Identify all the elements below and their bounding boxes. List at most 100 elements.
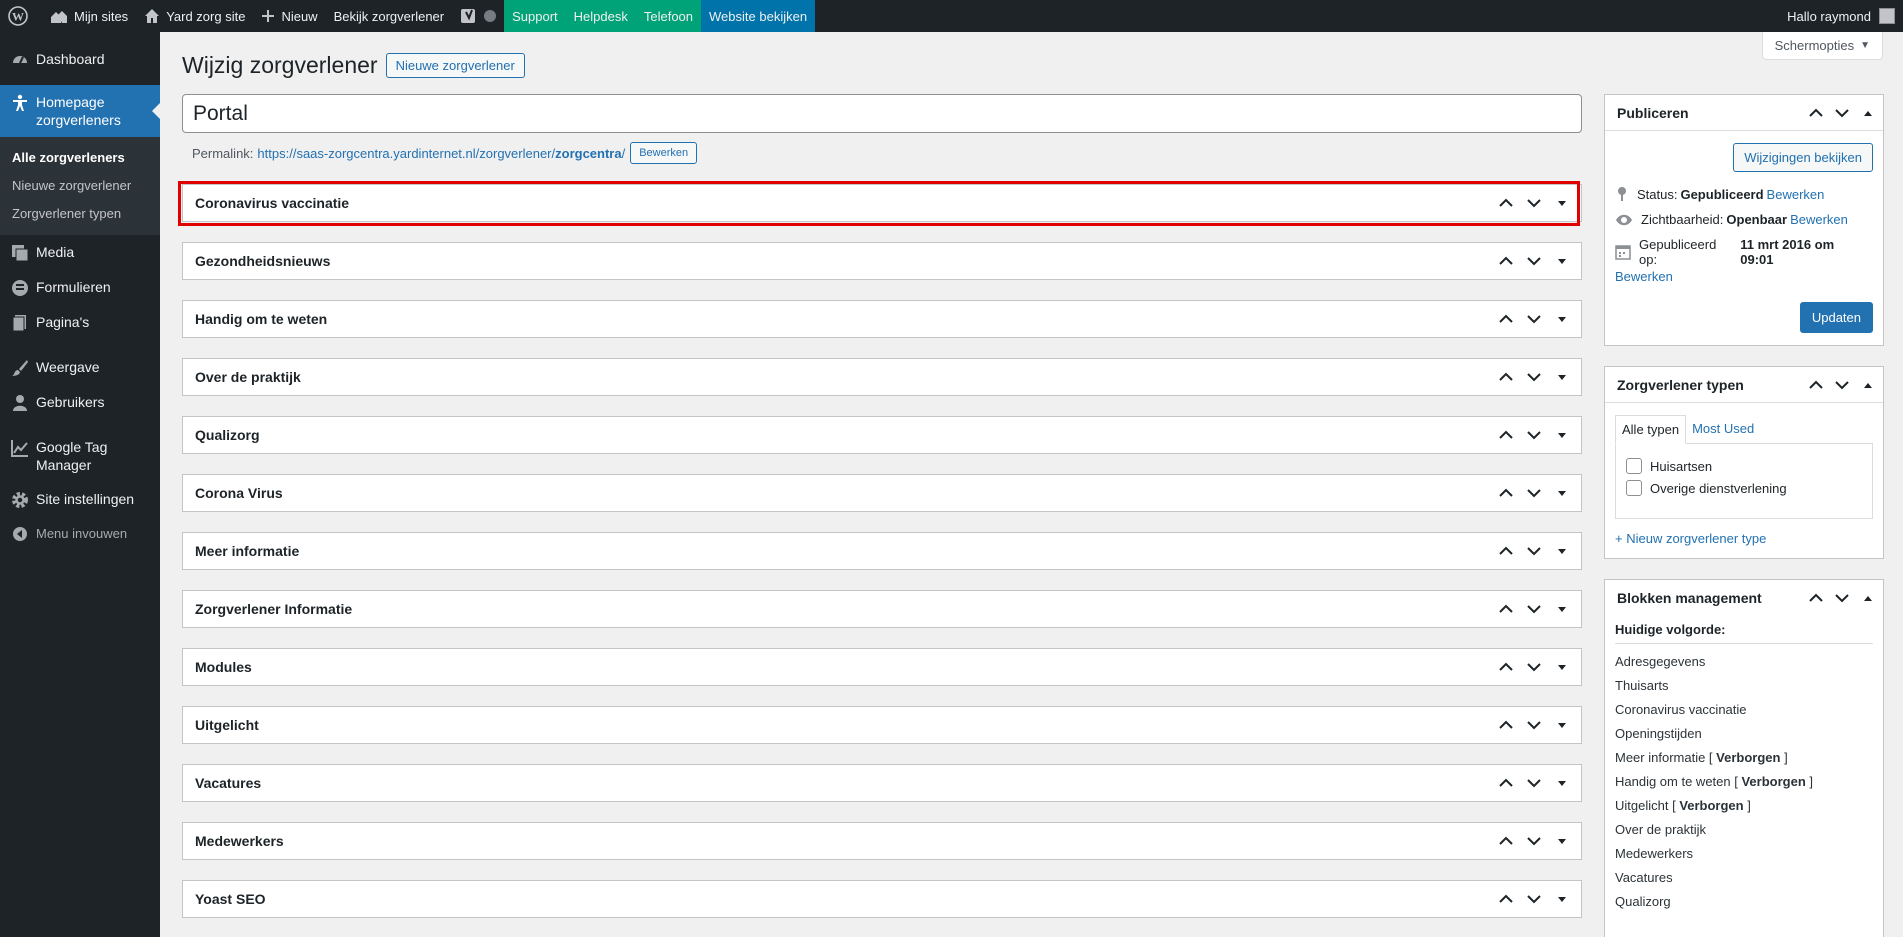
postbox[interactable]: Corona Virus <box>182 474 1582 512</box>
move-up-icon[interactable] <box>1495 366 1517 388</box>
view-post-link[interactable]: Bekijk zorgverlener <box>326 0 453 32</box>
status-edit-link[interactable]: Bewerken <box>1767 187 1825 202</box>
expand-toggle-icon[interactable] <box>1551 772 1573 794</box>
move-down-icon[interactable] <box>1523 424 1545 446</box>
postbox[interactable]: Coronavirus vaccinatie <box>182 184 1582 222</box>
move-down-icon[interactable] <box>1523 192 1545 214</box>
move-up-icon[interactable] <box>1805 587 1827 609</box>
move-down-icon[interactable] <box>1523 366 1545 388</box>
move-up-icon[interactable] <box>1495 250 1517 272</box>
move-up-icon[interactable] <box>1495 482 1517 504</box>
postbox[interactable]: Gezondheidsnieuws <box>182 242 1582 280</box>
add-new-button[interactable]: Nieuwe zorgverlener <box>385 53 525 78</box>
move-up-icon[interactable] <box>1495 598 1517 620</box>
postbox[interactable]: Meer informatie <box>182 532 1582 570</box>
sidebar-item-media[interactable]: Media <box>0 235 160 270</box>
expand-toggle-icon[interactable] <box>1551 830 1573 852</box>
sidebar-item-google-tag-manager[interactable]: Google Tag Manager <box>0 430 160 482</box>
preview-changes-button[interactable]: Wijzigingen bekijken <box>1733 143 1873 172</box>
expand-toggle-icon[interactable] <box>1551 250 1573 272</box>
type-checkbox-overige[interactable] <box>1626 480 1642 496</box>
sidebar-item-formulieren[interactable]: Formulieren <box>0 270 160 305</box>
move-up-icon[interactable] <box>1495 714 1517 736</box>
postbox[interactable]: Vacatures <box>182 764 1582 802</box>
move-down-icon[interactable] <box>1523 656 1545 678</box>
published-edit-link[interactable]: Bewerken <box>1615 269 1673 284</box>
postbox[interactable]: Zorgverlener Informatie <box>182 590 1582 628</box>
move-up-icon[interactable] <box>1495 308 1517 330</box>
collapse-menu-button[interactable]: Menu invouwen <box>0 517 160 551</box>
publish-box-header[interactable]: Publiceren <box>1605 95 1883 131</box>
move-down-icon[interactable] <box>1523 250 1545 272</box>
expand-toggle-icon[interactable] <box>1551 482 1573 504</box>
permalink-edit-button[interactable]: Bewerken <box>630 142 698 164</box>
postbox[interactable]: Qualizorg <box>182 416 1582 454</box>
expand-toggle-icon[interactable] <box>1551 424 1573 446</box>
move-up-icon[interactable] <box>1495 540 1517 562</box>
tab-alle-typen[interactable]: Alle typen <box>1615 415 1687 444</box>
screen-options-button[interactable]: Schermopties ▼ <box>1761 32 1883 60</box>
move-down-icon[interactable] <box>1523 714 1545 736</box>
postbox[interactable]: Modules <box>182 648 1582 686</box>
sidebar-item-paginas[interactable]: Pagina's <box>0 305 160 340</box>
submenu-item-nieuwe-zorgverlener[interactable]: Nieuwe zorgverlener <box>0 172 160 200</box>
wordpress-logo-icon[interactable]: W <box>0 0 42 32</box>
type-checkbox-huisartsen[interactable] <box>1626 458 1642 474</box>
expand-toggle-icon[interactable] <box>1551 192 1573 214</box>
telefoon-link[interactable]: Telefoon <box>635 0 702 32</box>
sidebar-item-gebruikers[interactable]: Gebruikers <box>0 385 160 420</box>
post-title-input[interactable]: Portal <box>182 94 1582 133</box>
move-down-icon[interactable] <box>1523 772 1545 794</box>
new-content-menu[interactable]: Nieuw <box>253 0 325 32</box>
add-new-type-link[interactable]: + Nieuw zorgverlener type <box>1615 531 1766 546</box>
collapse-toggle-icon[interactable] <box>1857 374 1879 396</box>
site-name-menu[interactable]: Yard zorg site <box>136 0 253 32</box>
visibility-edit-link[interactable]: Bewerken <box>1790 212 1848 227</box>
permalink-link[interactable]: https://saas-zorgcentra.yardinternet.nl/… <box>257 146 625 161</box>
sidebar-item-homepage-zorgverleners[interactable]: Homepage zorgverleners <box>0 85 160 137</box>
expand-toggle-icon[interactable] <box>1551 308 1573 330</box>
submenu-item-alle-zorgverleners[interactable]: Alle zorgverleners <box>0 144 160 172</box>
website-link[interactable]: Website bekijken <box>701 0 816 32</box>
move-down-icon[interactable] <box>1523 482 1545 504</box>
move-down-icon[interactable] <box>1523 888 1545 910</box>
sidebar-item-site-instellingen[interactable]: Site instellingen <box>0 482 160 517</box>
sidebar-item-weergave[interactable]: Weergave <box>0 350 160 385</box>
yoast-menu[interactable] <box>452 0 504 32</box>
move-up-icon[interactable] <box>1495 656 1517 678</box>
move-down-icon[interactable] <box>1523 830 1545 852</box>
expand-toggle-icon[interactable] <box>1551 714 1573 736</box>
types-box-header[interactable]: Zorgverlener typen <box>1605 367 1883 403</box>
move-down-icon[interactable] <box>1523 598 1545 620</box>
move-up-icon[interactable] <box>1495 830 1517 852</box>
move-up-icon[interactable] <box>1495 424 1517 446</box>
postbox[interactable]: Medewerkers <box>182 822 1582 860</box>
expand-toggle-icon[interactable] <box>1551 888 1573 910</box>
postbox[interactable]: Yoast SEO <box>182 880 1582 918</box>
move-up-icon[interactable] <box>1495 888 1517 910</box>
sidebar-item-dashboard[interactable]: Dashboard <box>0 42 160 77</box>
postbox[interactable]: Handig om te weten <box>182 300 1582 338</box>
move-down-icon[interactable] <box>1831 102 1853 124</box>
submenu-item-zorgverlener-typen[interactable]: Zorgverlener typen <box>0 200 160 228</box>
move-up-icon[interactable] <box>1805 102 1827 124</box>
helpdesk-link[interactable]: Helpdesk <box>565 0 636 32</box>
collapse-toggle-icon[interactable] <box>1857 102 1879 124</box>
move-down-icon[interactable] <box>1523 308 1545 330</box>
support-link[interactable]: Support <box>504 0 566 32</box>
expand-toggle-icon[interactable] <box>1551 598 1573 620</box>
expand-toggle-icon[interactable] <box>1551 366 1573 388</box>
blocks-box-header[interactable]: Blokken management <box>1605 580 1883 616</box>
move-up-icon[interactable] <box>1495 192 1517 214</box>
postbox[interactable]: Uitgelicht <box>182 706 1582 744</box>
update-button[interactable]: Updaten <box>1799 302 1873 333</box>
expand-toggle-icon[interactable] <box>1551 656 1573 678</box>
move-down-icon[interactable] <box>1831 374 1853 396</box>
move-down-icon[interactable] <box>1831 587 1853 609</box>
move-up-icon[interactable] <box>1495 772 1517 794</box>
expand-toggle-icon[interactable] <box>1551 540 1573 562</box>
move-up-icon[interactable] <box>1805 374 1827 396</box>
tab-most-used[interactable]: Most Used <box>1686 415 1760 444</box>
postbox[interactable]: Over de praktijk <box>182 358 1582 396</box>
my-sites-menu[interactable]: Mijn sites <box>42 0 136 32</box>
